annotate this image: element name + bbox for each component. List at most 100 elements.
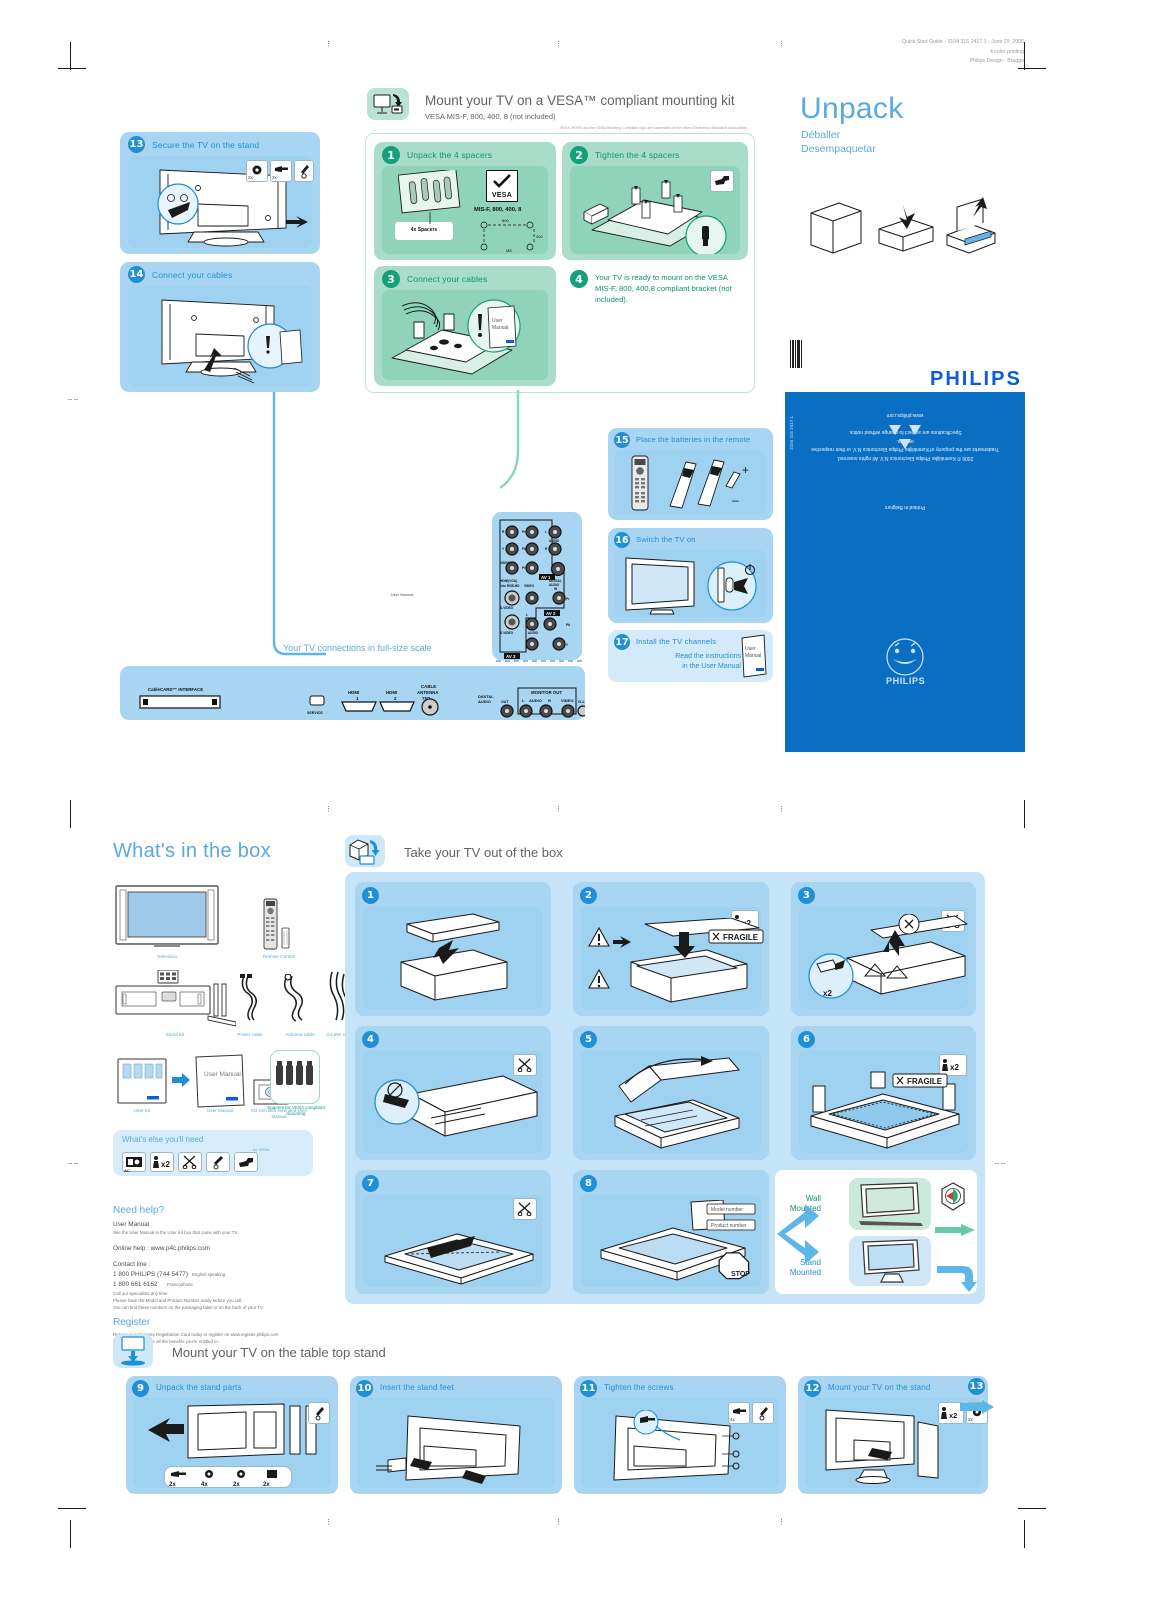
philips-logo-wave [925,362,935,374]
vesa-badge-text: VESA [491,192,513,199]
box-item-power-cable [234,974,264,1022]
svg-text:S-VIDEO: S-VIDEO [500,606,514,610]
help-online: Online help : www.p4c.philips.com [113,1245,210,1252]
box-item-stand-kit [114,970,236,1028]
unpack-subtitle-fr: Déballer [801,129,841,141]
step-16-number: 16 [614,532,630,548]
tabletop-step-9-parts-tray: 2x 4x 2x 2x [164,1466,292,1488]
print-info-line2: 4 color printing [989,48,1024,55]
print-info: Quick Start Guide - 3104 315 2417.1 - Ju… [902,38,1024,67]
tool-screw-qty: 2x [272,175,277,180]
help-note-3: You can find these numbers on the packag… [113,1305,264,1310]
crop-mark [1018,68,1046,69]
vesa-section-icon [367,88,409,120]
box-item-label-power-cable: Power cable [237,1032,263,1037]
flow-line-vesa [500,390,520,489]
takeout-step-7-number: 7 [362,1175,379,1192]
takeout-step-6-number: 6 [798,1031,815,1048]
help-contact-heading: Contact line : [113,1261,151,1268]
vesa-step-2-title: Tighten the 4 spacers [595,150,680,160]
philips-side-code: 3104 315 2417.1 [789,416,794,450]
tabletop-step-9-illustration [148,1403,317,1459]
tabletop-step-11-title: Tighten the screws [604,1383,674,1392]
takeout-step-5-illustration [614,1056,740,1149]
svg-text:+: + [742,463,749,477]
step-17-body2: in the User Manual [682,663,741,671]
svg-text:Model number: Model number [711,1207,743,1213]
tabletop-step-11-screw-qty: 4x [730,1417,735,1422]
svg-text:IN: IN [554,587,558,591]
svg-text:HDMI(VGA): HDMI(VGA) [500,579,517,583]
takeout-step-8-number: 8 [580,1175,597,1192]
vesa-step-3-illustration: User Manual [388,296,544,380]
flow-line-left [272,392,326,656]
connections-bottom-panel: CableCARD™ INTERFACE SERVICE HDMI 1 HDMI 2… [120,666,592,720]
vesa-badge: VESA [486,170,518,202]
side-jack-diagram: R Pr L Y Pb R VIDEOPr AUDIO HDMI(VGA)into RG… [499,519,570,659]
step-15-panel: 15 Place the batteries in the remote + – [608,428,773,520]
tabletop-step-12: 12 Mount your TV on the stand x2 2x [798,1376,988,1494]
takeout-step-2-illustration: FRAGILE [588,918,764,1003]
box-item-label-spacers: Spacers for VESA compliant mounting [267,1105,325,1117]
svg-text:4x: 4x [201,1482,208,1487]
register-title: Register [113,1317,151,1328]
unpack-subtitle-es: Desempaquetar [801,143,876,156]
crop-mark [1024,42,1025,70]
svg-text:AUDIO: AUDIO [528,631,539,635]
svg-text:User: User [745,646,756,652]
svg-text:x2: x2 [949,1411,957,1420]
vesa-step-1-title: Unpack the 4 spacers [407,150,493,160]
svg-text:L: L [526,613,528,617]
bottom-jack-diagram: CableCARD™ INTERFACE SERVICE HDMI1 HDMI2… [139,684,592,718]
wall-mount-illustration-panel [849,1178,931,1230]
vesa-trademark-note: VESA, ROHS and the VESA Mounting Complia… [560,126,748,130]
tabletop-step-11-number: 11 [580,1380,597,1397]
step-14-illustration [144,294,314,386]
tabletop-step-12-title: Mount your TV on the stand [828,1383,931,1392]
svg-text:400: 400 [536,234,543,239]
connections-side-panel: R Pr L Y Pb R VIDEO Pr AUDIO HDMI(VGA) into RG… [492,512,582,660]
tabletop-step-10-illustration [376,1415,521,1484]
svg-text:HDMI: HDMI [386,690,397,695]
tabletop-step-10-title: Insert the stand feet [380,1383,454,1392]
svg-text:x2: x2 [823,989,832,998]
vesa-subtitle: VESA MIS-F, 800, 400, 8 (not included) [425,112,556,121]
stand-mount-illustration-panel [849,1236,931,1286]
tabletop-step-12-number: 12 [804,1380,821,1397]
tabletop-next-arrow [960,1400,994,1414]
svg-text:STOP: STOP [731,1271,750,1278]
step-16-panel: 16 Switch the TV on [608,528,773,623]
philips-back-cover: 3104 315 2417.1 Printed in Belgium 2006 … [785,392,1025,752]
step-14-panel: 14 Connect your cables User Manual [120,262,413,597]
vesa-seal-icon [941,1182,965,1211]
crop-mark [1024,1520,1025,1548]
svg-text:x2: x2 [161,1160,170,1169]
takeout-step-2: 2 x2 FRAG [573,882,769,1016]
svg-text:User Manual: User Manual [204,1071,241,1078]
crop-mark [70,42,71,70]
print-info-line3: Philips Design - Brugge [969,58,1024,65]
takeout-section-icon [345,835,385,867]
svg-text:R: R [545,547,548,551]
tabletop-step-9-number: 9 [132,1380,149,1397]
step-17-title: Install the TV channels [636,637,717,646]
tabletop-step-12-washer-qty: 2x [968,1417,973,1422]
vesa-step-4-body: Your TV is ready to mount on the VESA MI… [595,273,732,304]
svg-text:G-LINK: G-LINK [578,699,585,704]
svg-text:into RGB-HD: into RGB-HD [500,584,520,588]
svg-text:VIDEO: VIDEO [500,561,510,565]
takeout-step-7: 7 [355,1170,551,1294]
step-15-title: Place the batteries in the remote [636,435,751,444]
step-15-number: 15 [614,432,630,448]
tool-ac-label: AC [124,1168,130,1173]
connections-dashed-divider [496,660,582,662]
svg-text:VIDEO: VIDEO [561,698,573,703]
takeout-step-4: 4 [355,1026,551,1160]
box-item-label-television: Television [156,954,178,959]
step-17-manual-icon: User Manual [740,634,768,678]
takeout-step-4-number: 4 [362,1031,379,1048]
takeout-step-1: 1 [355,882,551,1016]
svg-text:CABLE: CABLE [421,684,436,689]
cablecard-label: CableCARD™ INTERFACE [148,687,203,692]
vesa-step-4-number: 4 [570,270,588,288]
